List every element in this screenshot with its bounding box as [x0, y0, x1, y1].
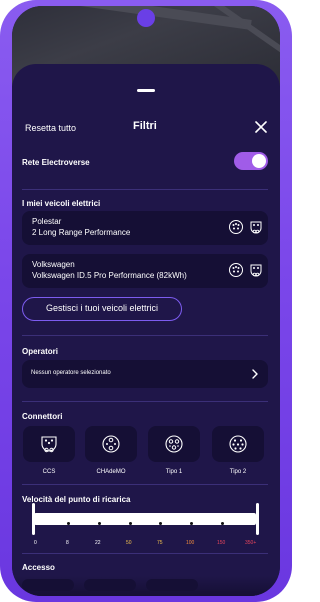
- speed-tick-label: 75: [157, 540, 163, 546]
- reset-all-button[interactable]: Resetta tutto: [25, 123, 76, 133]
- divider: [22, 553, 268, 554]
- type2-connector-icon: [250, 264, 262, 277]
- connector-label: CCS: [42, 469, 56, 475]
- chademo-connector-icon: [102, 435, 120, 453]
- vehicle-model: Volkswagen ID.5 Pro Performance (82kWh): [32, 271, 187, 280]
- speed-slider-max-handle[interactable]: [256, 503, 259, 535]
- screen: Resetta tutto Filtri Rete Electroverse I…: [12, 6, 280, 596]
- connector-type1-button[interactable]: [148, 426, 200, 462]
- type2-connector-icon: [229, 435, 247, 453]
- speed-tick-label: 8: [66, 540, 69, 546]
- speed-tick-label: 50: [126, 540, 132, 546]
- electroverse-label: Rete Electroverse: [22, 158, 90, 167]
- operator-value: Nessun operatore selezionato: [31, 370, 111, 376]
- speed-tick-label: 22: [95, 540, 101, 546]
- ccs-connector-icon: [41, 436, 57, 453]
- divider: [22, 484, 268, 485]
- manage-vehicles-button[interactable]: Gestisci i tuoi veicoli elettrici: [22, 297, 182, 321]
- slider-step-dot: [67, 522, 70, 525]
- vehicle-model: 2 Long Range Performance: [32, 228, 131, 237]
- toggle-knob: [252, 154, 266, 168]
- sheet-drag-handle[interactable]: [137, 89, 155, 92]
- electroverse-toggle[interactable]: [234, 152, 268, 170]
- access-section-title: Accesso: [22, 563, 55, 572]
- connector-type2-button[interactable]: [212, 426, 264, 462]
- type1-connector-icon: [165, 435, 183, 453]
- vehicle-make: Polestar: [32, 217, 62, 226]
- speed-tick-label: 150: [217, 540, 226, 546]
- page-title: Filtri: [133, 120, 157, 132]
- divider: [22, 401, 268, 402]
- speed-section-title: Velocità del punto di ricarica: [22, 495, 131, 504]
- phone-frame: Resetta tutto Filtri Rete Electroverse I…: [0, 0, 292, 602]
- connector-label: Tipo 1: [165, 469, 183, 475]
- type2-connector-icon: [250, 221, 262, 234]
- slider-step-dot: [190, 522, 193, 525]
- speed-tick-label: 100: [186, 540, 195, 546]
- ccs-connector-icon: [229, 263, 243, 277]
- divider: [22, 335, 268, 336]
- connector-ccs-button[interactable]: [23, 426, 75, 462]
- slider-step-dot: [98, 522, 101, 525]
- connector-label: Tipo 2: [229, 469, 247, 475]
- close-icon[interactable]: [254, 120, 268, 134]
- camera-notch: [137, 9, 155, 27]
- vehicles-section-title: I miei veicoli elettrici: [22, 199, 101, 208]
- vehicle-make: Volkswagen: [32, 260, 75, 269]
- slider-step-dot: [159, 522, 162, 525]
- bottom-fade: [12, 576, 280, 596]
- ccs-connector-icon: [229, 220, 243, 234]
- speed-tick-label: 0: [34, 540, 37, 546]
- divider: [22, 189, 268, 190]
- connector-label: CHAdeMO: [96, 469, 126, 475]
- slider-step-dot: [129, 522, 132, 525]
- connectors-section-title: Connettori: [22, 412, 63, 421]
- slider-step-dot: [221, 522, 224, 525]
- speed-slider-min-handle[interactable]: [32, 503, 35, 535]
- speed-tick-label: 350+: [245, 540, 257, 546]
- chevron-right-icon: [252, 369, 258, 379]
- vehicle-card[interactable]: Polestar 2 Long Range Performance: [22, 211, 268, 245]
- connector-chademo-button[interactable]: [85, 426, 137, 462]
- operator-selector[interactable]: Nessun operatore selezionato: [22, 360, 268, 388]
- vehicle-card[interactable]: Volkswagen Volkswagen ID.5 Pro Performan…: [22, 254, 268, 288]
- operators-section-title: Operatori: [22, 347, 59, 356]
